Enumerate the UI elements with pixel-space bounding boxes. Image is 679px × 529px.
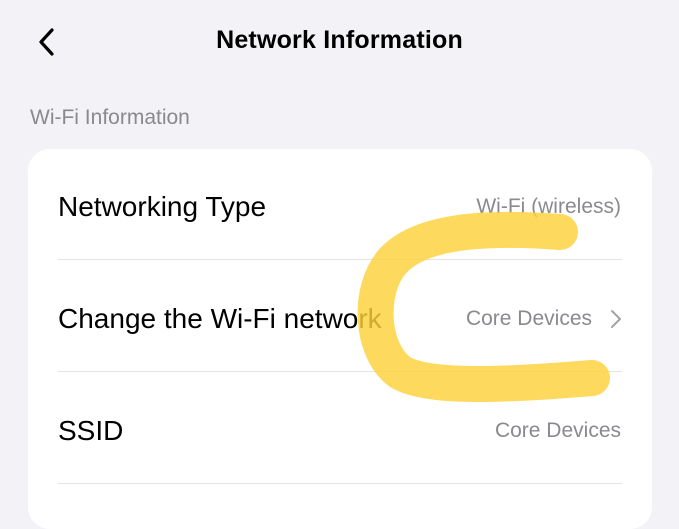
row-change-wifi-network[interactable]: Change the Wi-Fi network Core Devices bbox=[28, 263, 652, 375]
row-divider bbox=[58, 483, 622, 484]
row-label: Change the Wi-Fi network bbox=[58, 303, 382, 334]
row-value: Core Devices bbox=[494, 419, 621, 442]
row-value: Core Devices bbox=[465, 307, 592, 330]
row-value: Wi-Fi (wireless) bbox=[476, 195, 621, 218]
row-label: Networking Type bbox=[58, 191, 267, 222]
chevron-right-icon bbox=[609, 308, 623, 330]
wifi-information-card: Networking Type Wi-Fi (wireless) Change … bbox=[28, 149, 652, 529]
page-title: Network Information bbox=[216, 26, 463, 54]
row-divider bbox=[58, 259, 622, 260]
row-networking-type: Networking Type Wi-Fi (wireless) bbox=[28, 151, 652, 263]
section-header-wifi-information: Wi-Fi Information bbox=[30, 106, 190, 129]
navigation-bar: Network Information bbox=[0, 0, 679, 86]
row-ssid: SSID Core Devices bbox=[28, 375, 652, 487]
row-divider bbox=[58, 371, 622, 372]
row-label: SSID bbox=[58, 415, 124, 446]
